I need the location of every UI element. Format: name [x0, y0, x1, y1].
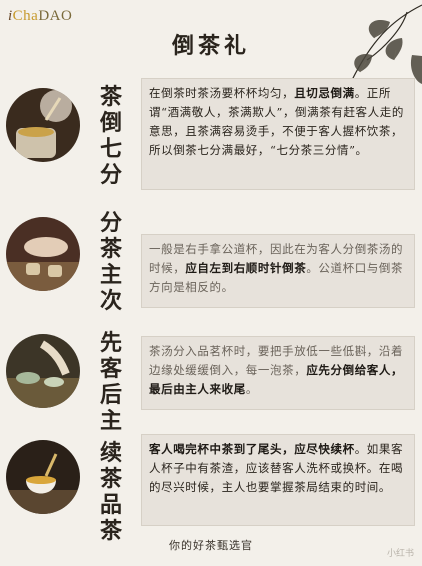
refill-photo-icon [6, 440, 80, 514]
section-text-box: 茶汤分入品茗杯时，要把手放低一些低斟，沿着边缘处缓缓倒入，每一泡茶，应先分倒给客… [141, 336, 415, 410]
section-text-box: 一般是右手拿公道杯，因此在为客人分倒茶汤的时候，应自左到右顺时针倒茶。公道杯口与… [141, 234, 415, 308]
section-highlight: 客人喝完杯中茶到了尾头，应尽快续杯 [149, 442, 355, 456]
serving-photo-icon [6, 217, 80, 291]
section-highlight: 且切忌倒满 [294, 86, 355, 100]
brand-logo: iChaDAO [8, 8, 72, 25]
brand-dao: DAO [38, 8, 73, 24]
section-text-box: 在倒茶时茶汤要杯杯均匀，且切忌倒满。正所谓“酒满敬人，茶满欺人”，倒满茶有赶客人… [141, 78, 415, 190]
section-text: 在倒茶时茶汤要杯杯均匀， [149, 86, 295, 100]
section-heading: 分茶主次 [99, 210, 122, 314]
guest-cup-photo-icon [6, 334, 80, 408]
brand-cha: Cha [12, 8, 39, 24]
section-heading: 续茶品茶 [99, 440, 122, 544]
watermark: 小红书 [386, 548, 414, 558]
section-text: 。 [245, 382, 258, 396]
page-title: 倒茶礼 [171, 33, 250, 59]
tea-pour-photo-icon [6, 88, 80, 162]
section-heading: 茶倒七分 [99, 84, 122, 188]
section-highlight: 应自左到右顺时针倒茶 [185, 261, 307, 275]
section-heading: 先客后主 [99, 330, 122, 434]
footer-tagline: 你的好茶甄选官 [169, 539, 253, 552]
section-text-box: 客人喝完杯中茶到了尾头，应尽快续杯。如果客人杯子中有茶渣，应该替客人洗杯或换杯。… [141, 434, 415, 526]
